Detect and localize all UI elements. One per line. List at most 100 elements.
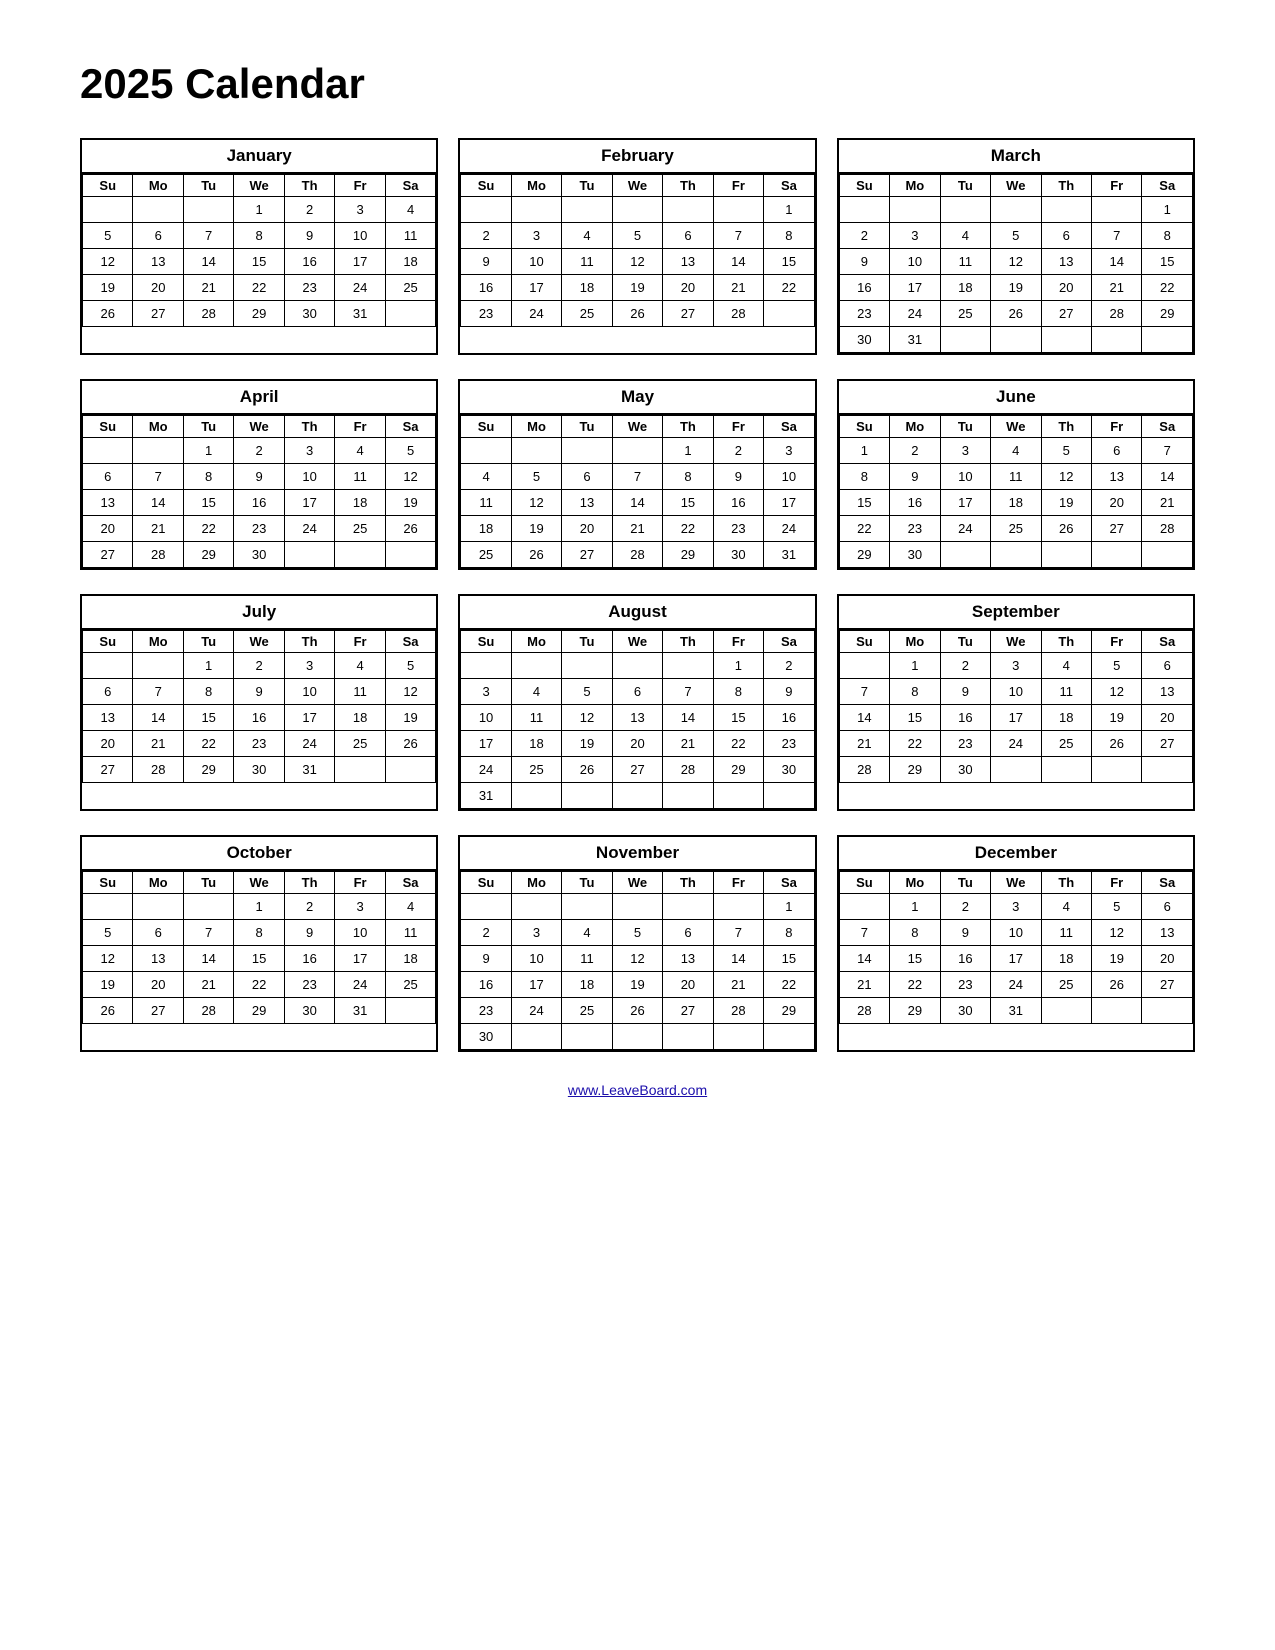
day-cell: 2 [284,894,334,920]
month-table-september: SuMoTuWeThFrSa12345678910111213141516171… [839,630,1193,783]
day-header-sa: Sa [385,872,436,894]
day-cell [133,197,183,223]
day-cell: 2 [713,438,763,464]
table-row: 16171819202122 [461,972,814,998]
day-header-tu: Tu [562,872,612,894]
table-row: 9101112131415 [461,946,814,972]
day-cell: 28 [133,542,183,568]
day-cell: 21 [839,731,889,757]
day-cell: 21 [133,516,183,542]
day-cell: 4 [385,894,436,920]
day-cell: 29 [663,542,713,568]
day-header-tu: Tu [562,416,612,438]
day-cell: 27 [1041,301,1091,327]
day-cell [991,327,1041,353]
day-cell: 28 [663,757,713,783]
day-header-th: Th [284,175,334,197]
day-cell: 19 [1092,705,1142,731]
day-cell [335,542,385,568]
month-block-november: NovemberSuMoTuWeThFrSa123456789101112131… [458,835,816,1052]
day-cell: 12 [562,705,612,731]
day-cell: 9 [713,464,763,490]
day-cell: 1 [839,438,889,464]
day-cell: 15 [234,946,284,972]
day-cell: 24 [764,516,815,542]
day-cell: 20 [83,516,133,542]
day-header-mo: Mo [890,416,940,438]
month-table-february: SuMoTuWeThFrSa12345678910111213141516171… [460,174,814,327]
day-cell: 9 [940,920,990,946]
day-cell: 5 [991,223,1041,249]
day-header-tu: Tu [183,175,233,197]
day-cell: 8 [183,464,233,490]
day-cell: 7 [839,920,889,946]
day-cell: 9 [839,249,889,275]
day-cell: 14 [839,705,889,731]
day-cell: 1 [713,653,763,679]
table-row: 2345678 [461,223,814,249]
day-cell [562,653,612,679]
day-cell: 31 [335,998,385,1024]
day-header-tu: Tu [562,631,612,653]
day-cell: 26 [612,998,662,1024]
table-row: 30 [461,1024,814,1050]
day-cell: 9 [764,679,815,705]
month-block-october: OctoberSuMoTuWeThFrSa1234567891011121314… [80,835,438,1052]
day-cell: 11 [511,705,561,731]
day-cell: 8 [890,679,940,705]
day-cell: 19 [612,275,662,301]
day-cell: 13 [663,946,713,972]
day-cell: 11 [562,946,612,972]
table-row: 78910111213 [839,679,1192,705]
day-cell: 27 [133,301,183,327]
day-cell: 10 [284,464,334,490]
table-row: 123 [461,438,814,464]
day-cell: 22 [234,972,284,998]
day-cell: 28 [183,301,233,327]
day-cell: 7 [1142,438,1193,464]
day-cell: 10 [461,705,511,731]
table-row: 1 [461,894,814,920]
day-cell: 21 [1142,490,1193,516]
day-cell: 3 [991,653,1041,679]
day-cell: 28 [839,757,889,783]
day-cell: 20 [1092,490,1142,516]
day-cell: 15 [183,490,233,516]
day-cell: 30 [234,757,284,783]
month-table-june: SuMoTuWeThFrSa12345678910111213141516171… [839,415,1193,568]
footer-link[interactable]: www.LeaveBoard.com [80,1082,1195,1098]
day-cell [83,438,133,464]
day-cell: 10 [511,946,561,972]
table-row: 28293031 [839,998,1192,1024]
day-cell: 28 [612,542,662,568]
day-cell: 8 [764,920,815,946]
day-cell: 11 [1041,679,1091,705]
day-header-th: Th [663,416,713,438]
day-cell: 3 [940,438,990,464]
day-cell: 6 [663,920,713,946]
day-cell: 11 [461,490,511,516]
day-cell: 13 [1142,920,1193,946]
day-cell: 3 [511,223,561,249]
table-row: 20212223242526 [83,516,436,542]
day-cell: 14 [183,249,233,275]
day-cell: 9 [461,249,511,275]
day-cell: 12 [612,249,662,275]
month-table-august: SuMoTuWeThFrSa12345678910111213141516171… [460,630,814,809]
day-cell: 16 [940,705,990,731]
day-cell: 30 [284,998,334,1024]
day-cell: 17 [461,731,511,757]
day-cell [511,894,561,920]
day-cell: 17 [335,946,385,972]
day-cell: 7 [1092,223,1142,249]
day-cell [183,197,233,223]
day-cell: 21 [183,972,233,998]
day-cell: 22 [663,516,713,542]
day-cell [284,542,334,568]
day-cell: 3 [991,894,1041,920]
day-cell: 31 [335,301,385,327]
day-cell: 20 [1142,946,1193,972]
day-cell: 19 [991,275,1041,301]
day-cell: 26 [1092,731,1142,757]
day-cell: 6 [1142,653,1193,679]
